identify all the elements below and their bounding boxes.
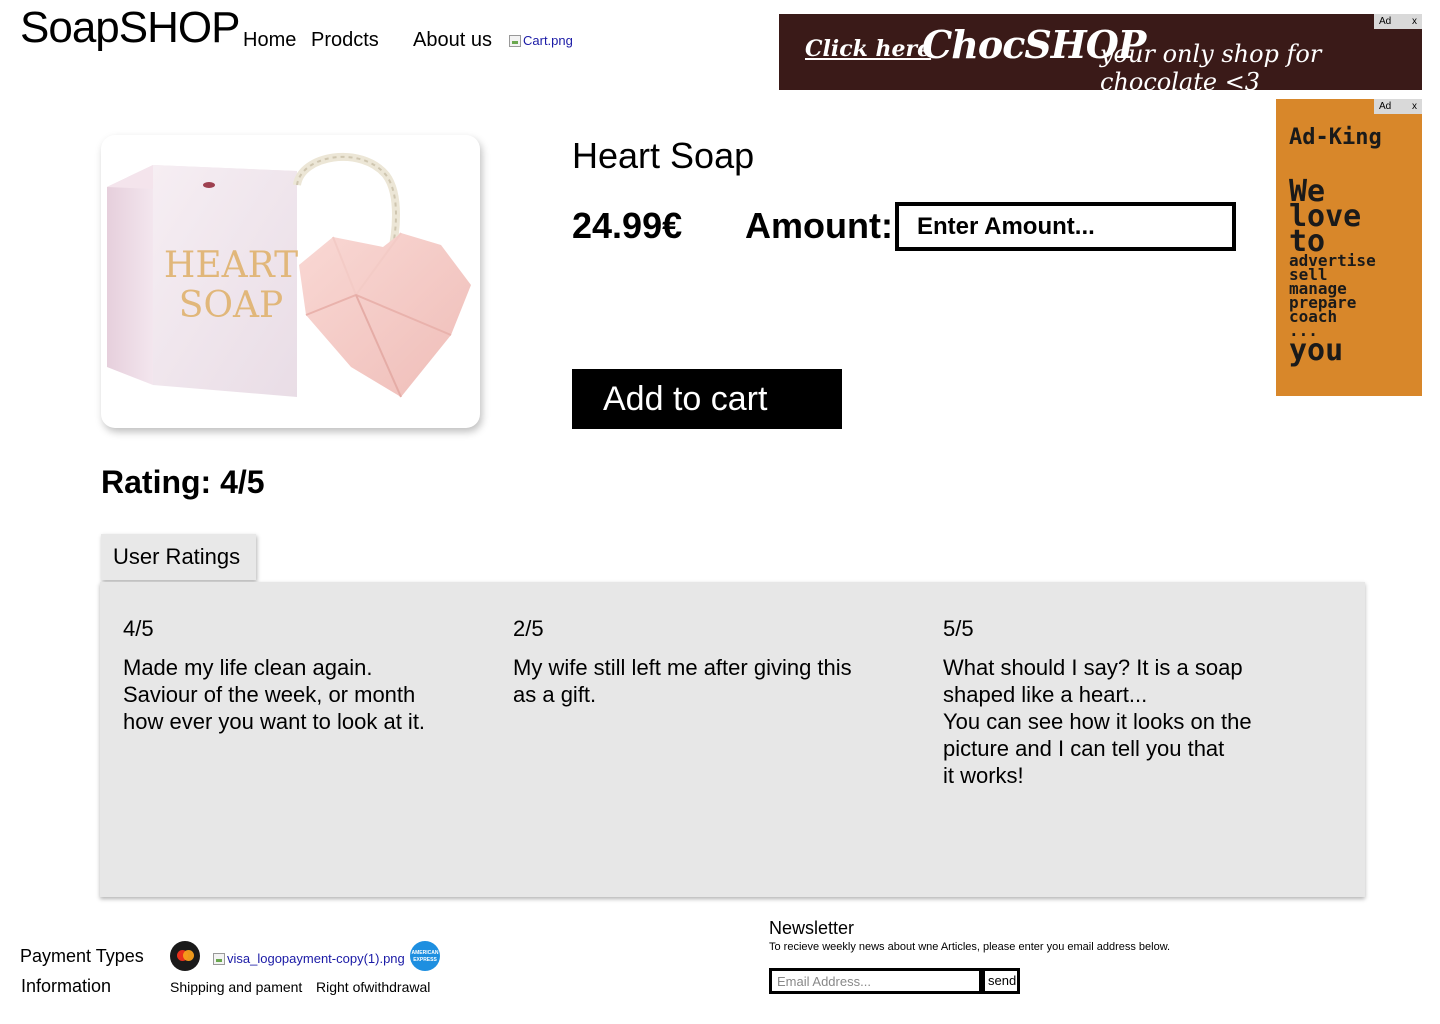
ad-label: Ad xyxy=(1379,16,1392,27)
review-text: My wife still left me after giving this … xyxy=(513,655,852,707)
newsletter-email-input[interactable] xyxy=(769,968,982,994)
visa-logo-image: visa_logopayment-copy(1).png xyxy=(213,951,405,966)
ad-close-button[interactable]: x xyxy=(1412,101,1417,112)
newsletter-description: To recieve weekly news about wne Article… xyxy=(769,941,1171,953)
newsletter-title: Newsletter xyxy=(769,918,855,938)
review-score: 5/5 xyxy=(943,616,974,641)
site-logo[interactable]: SoapSHOP xyxy=(20,4,240,52)
amount-label: Amount: xyxy=(745,205,893,246)
cart-image-alt: Cart.png xyxy=(523,33,573,48)
chocshop-banner-ad[interactable]: Click here ChocSHOP your only shop for c… xyxy=(779,14,1422,90)
add-to-cart-button[interactable]: Add to cart xyxy=(572,369,842,429)
review-text: What should I say? It is a soap shaped l… xyxy=(943,655,1252,788)
svg-text:HEART: HEART xyxy=(164,245,298,286)
amount-input[interactable] xyxy=(895,202,1236,251)
nav-about-us[interactable]: About us xyxy=(413,28,492,52)
review-score: 2/5 xyxy=(513,616,544,641)
product-price: 24.99€ xyxy=(572,205,683,246)
product-title: Heart Soap xyxy=(572,135,755,176)
mastercard-icon xyxy=(170,941,200,971)
information-label: Information xyxy=(21,976,112,996)
product-rating: Rating: 4/5 xyxy=(101,464,265,500)
review-score: 4/5 xyxy=(123,616,154,641)
newsletter-send-button[interactable]: send xyxy=(982,968,1020,994)
ad-king-side-ad[interactable]: Ad x Ad-King We love to advertise sell m… xyxy=(1276,99,1422,396)
shipping-payment-link[interactable]: Shipping and pament xyxy=(170,978,302,996)
ad-king-brand: Ad-King xyxy=(1289,125,1382,150)
product-image: HEART SOAP xyxy=(101,135,480,428)
right-of-withdrawal-link[interactable]: Right ofwithdrawal xyxy=(316,978,430,996)
ad-label: Ad xyxy=(1379,101,1392,112)
broken-image-icon xyxy=(213,952,225,965)
visa-image-alt: visa_logopayment-copy(1).png xyxy=(227,951,405,966)
svg-text:SOAP: SOAP xyxy=(179,285,283,326)
review-item: 5/5 What should I say? It is a soap shap… xyxy=(943,615,1303,789)
tab-user-ratings[interactable]: User Ratings xyxy=(101,534,256,580)
ad-tagline: your only shop for chocolate <3 xyxy=(1100,40,1322,90)
american-express-icon: AMERICAN EXPRESS xyxy=(410,941,440,971)
ad-badge: Ad x xyxy=(1374,14,1422,29)
nav-home[interactable]: Home xyxy=(243,28,296,52)
review-text: Made my life clean again. Saviour of the… xyxy=(123,655,426,734)
ad-close-button[interactable]: x xyxy=(1412,16,1417,27)
heart-soap-illustration: HEART SOAP xyxy=(107,152,471,398)
user-ratings-panel: 4/5 Made my life clean again. Saviour of… xyxy=(100,582,1365,897)
ad-click-here[interactable]: Click here xyxy=(805,36,931,62)
payment-types-label: Payment Types xyxy=(20,946,144,966)
broken-image-icon xyxy=(509,34,521,47)
ad-line: you xyxy=(1289,333,1344,368)
cart-icon[interactable]: Cart.png xyxy=(509,33,573,48)
nav-products[interactable]: Prodcts xyxy=(311,28,379,52)
ad-badge: Ad x xyxy=(1374,99,1422,114)
review-item: 2/5 My wife still left me after giving t… xyxy=(513,615,913,708)
review-item: 4/5 Made my life clean again. Saviour of… xyxy=(123,615,483,735)
